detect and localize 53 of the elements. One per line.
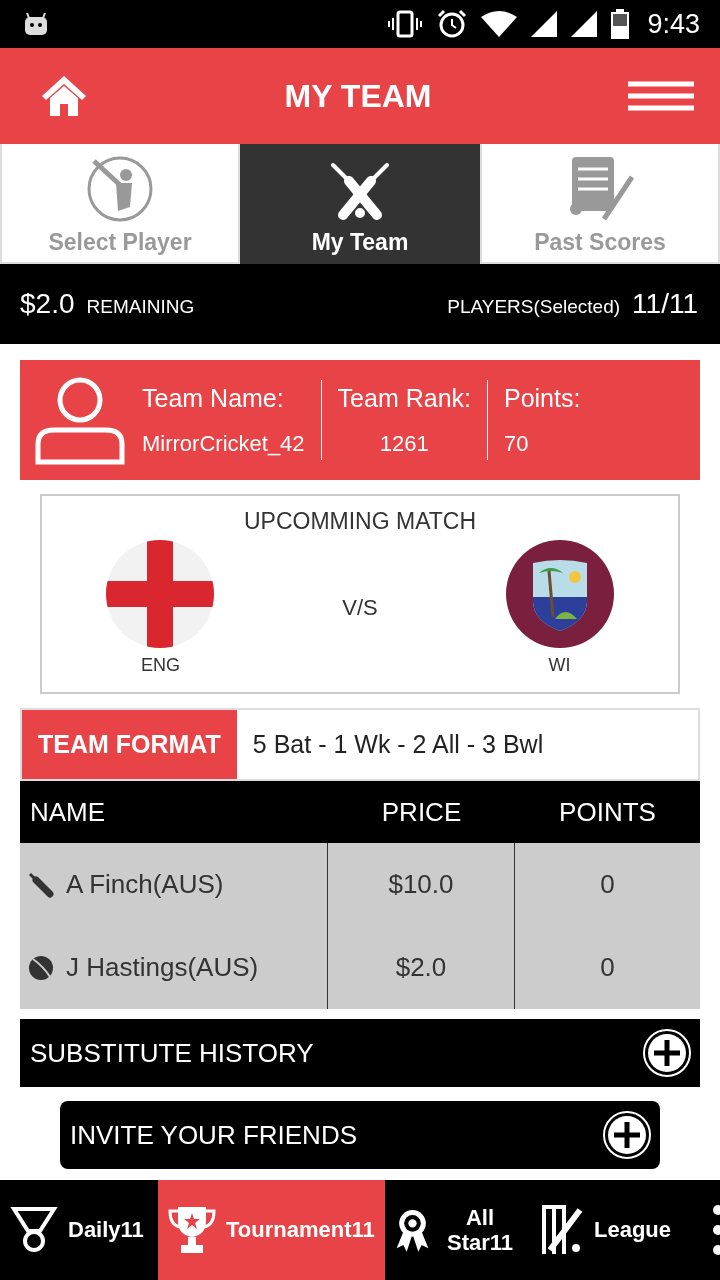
format-label: TEAM FORMAT — [22, 710, 237, 779]
player-name: J Hastings(AUS) — [66, 952, 259, 983]
signal-icon — [531, 11, 558, 37]
bat-icon — [28, 871, 54, 898]
wifi-icon — [481, 11, 518, 37]
home-icon — [40, 74, 88, 118]
player-name: A Finch(AUS) — [66, 869, 224, 900]
crossed-bats-icon — [329, 161, 391, 223]
battery-icon — [611, 9, 630, 39]
players-label: PLAYERS(Selected) — [447, 296, 621, 318]
points-label: Points: — [504, 383, 581, 413]
android-icon — [24, 13, 48, 35]
nav-tab[interactable]: Tournament11 — [158, 1180, 385, 1280]
player-price: $2.0 — [395, 952, 447, 983]
column-header: POINTS — [558, 796, 657, 828]
status-time: 9:43 — [647, 8, 700, 40]
crest-flag-icon — [504, 539, 615, 649]
trophy-icon — [168, 1205, 216, 1255]
versus-label: V/S — [342, 594, 378, 621]
column-header: PRICE — [380, 796, 463, 828]
medal-icon — [10, 1205, 58, 1255]
format-value: 5 Bat - 1 Wk - 2 All - 3 Bwl — [251, 729, 545, 760]
team-name-label: Team Name: — [142, 383, 285, 413]
player-points: 0 — [600, 952, 615, 983]
player-points: 0 — [600, 869, 615, 900]
invite-friends-label: INVITE YOUR FRIENDS — [70, 1119, 357, 1151]
alarm-icon — [437, 9, 468, 39]
vibrate-icon — [387, 10, 424, 38]
budget-label: REMAINING — [86, 296, 195, 318]
team-code: WI — [548, 655, 571, 676]
page-title: MY TEAM — [284, 77, 432, 115]
budget-amount: $2.0 — [20, 288, 75, 320]
match-title: UPCOMMING MATCH — [243, 508, 477, 535]
menu-icon — [628, 81, 694, 111]
team-rank: 1261 — [378, 430, 430, 457]
players-count: 11/11 — [632, 288, 698, 320]
ball-icon — [28, 954, 54, 981]
signal-icon — [571, 11, 598, 37]
points-value: 70 — [504, 430, 530, 457]
team-rank-label: Team Rank: — [337, 383, 471, 413]
home-button[interactable] — [40, 74, 88, 118]
tab[interactable]: My Team — [240, 144, 480, 264]
plus-icon — [642, 1028, 692, 1078]
team-code: ENG — [140, 655, 180, 676]
team-name: MirrorCricket_42 — [142, 430, 305, 457]
menu-button[interactable] — [628, 81, 694, 111]
substitute-history-bar[interactable]: SUBSTITUTE HISTORY — [20, 1019, 700, 1087]
invite-friends-button[interactable]: INVITE YOUR FRIENDS — [60, 1101, 660, 1169]
plus-icon — [602, 1110, 652, 1160]
substitute-history-label: SUBSTITUTE HISTORY — [30, 1037, 314, 1069]
column-header: NAME — [29, 796, 107, 828]
player-price: $10.0 — [388, 869, 454, 900]
stumps-and-bat-icon — [540, 1204, 584, 1256]
